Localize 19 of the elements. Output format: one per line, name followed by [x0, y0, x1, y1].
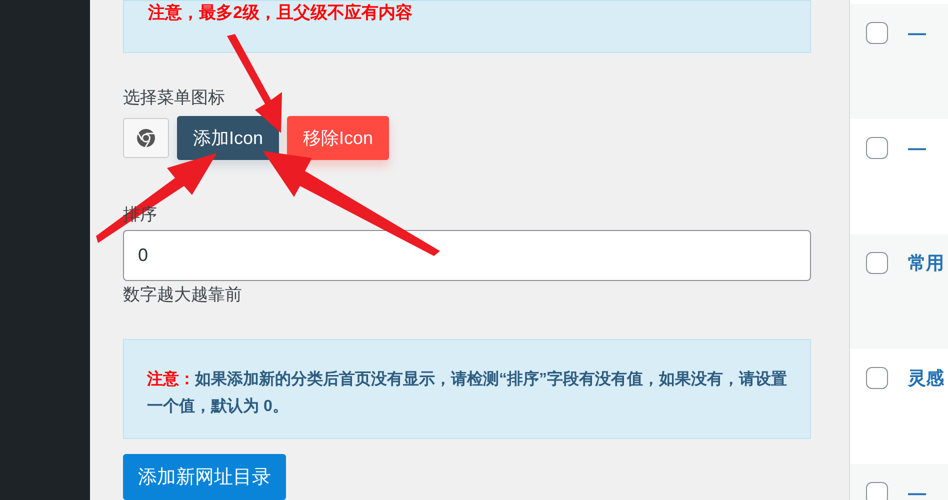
row-title-link[interactable]: 常用 — [908, 252, 944, 274]
submit-button[interactable]: 添加新网址目录 — [123, 454, 286, 500]
row-checkbox[interactable] — [866, 137, 888, 159]
order-field[interactable]: 0 — [123, 230, 811, 281]
row-checkbox[interactable] — [866, 22, 888, 44]
row-checkbox[interactable] — [866, 482, 888, 500]
notice-text: 注意：如果添加新的分类后首页没有显示，请检测“排序”字段有没有值，如果没有，请设置一个值，默认为 0。 — [147, 369, 787, 417]
help-text: 数字越大越靠前 — [123, 284, 242, 306]
row-title-link[interactable]: 灵感 — [908, 367, 944, 389]
row-title-link[interactable]: — — [908, 482, 926, 500]
row-checkbox[interactable] — [866, 252, 888, 274]
add-icon-button[interactable]: 添加Icon — [177, 116, 280, 160]
row-title-link[interactable]: — — [908, 22, 926, 44]
field-label: 选择菜单图标 — [123, 86, 225, 109]
remove-icon-button[interactable]: 移除Icon — [287, 116, 390, 160]
browser-icon — [136, 128, 156, 148]
notice-text: 注意，最多2级，且父级不应有内容 — [148, 3, 414, 23]
row-title-link[interactable]: — — [908, 137, 926, 159]
row-checkbox[interactable] — [866, 367, 888, 389]
